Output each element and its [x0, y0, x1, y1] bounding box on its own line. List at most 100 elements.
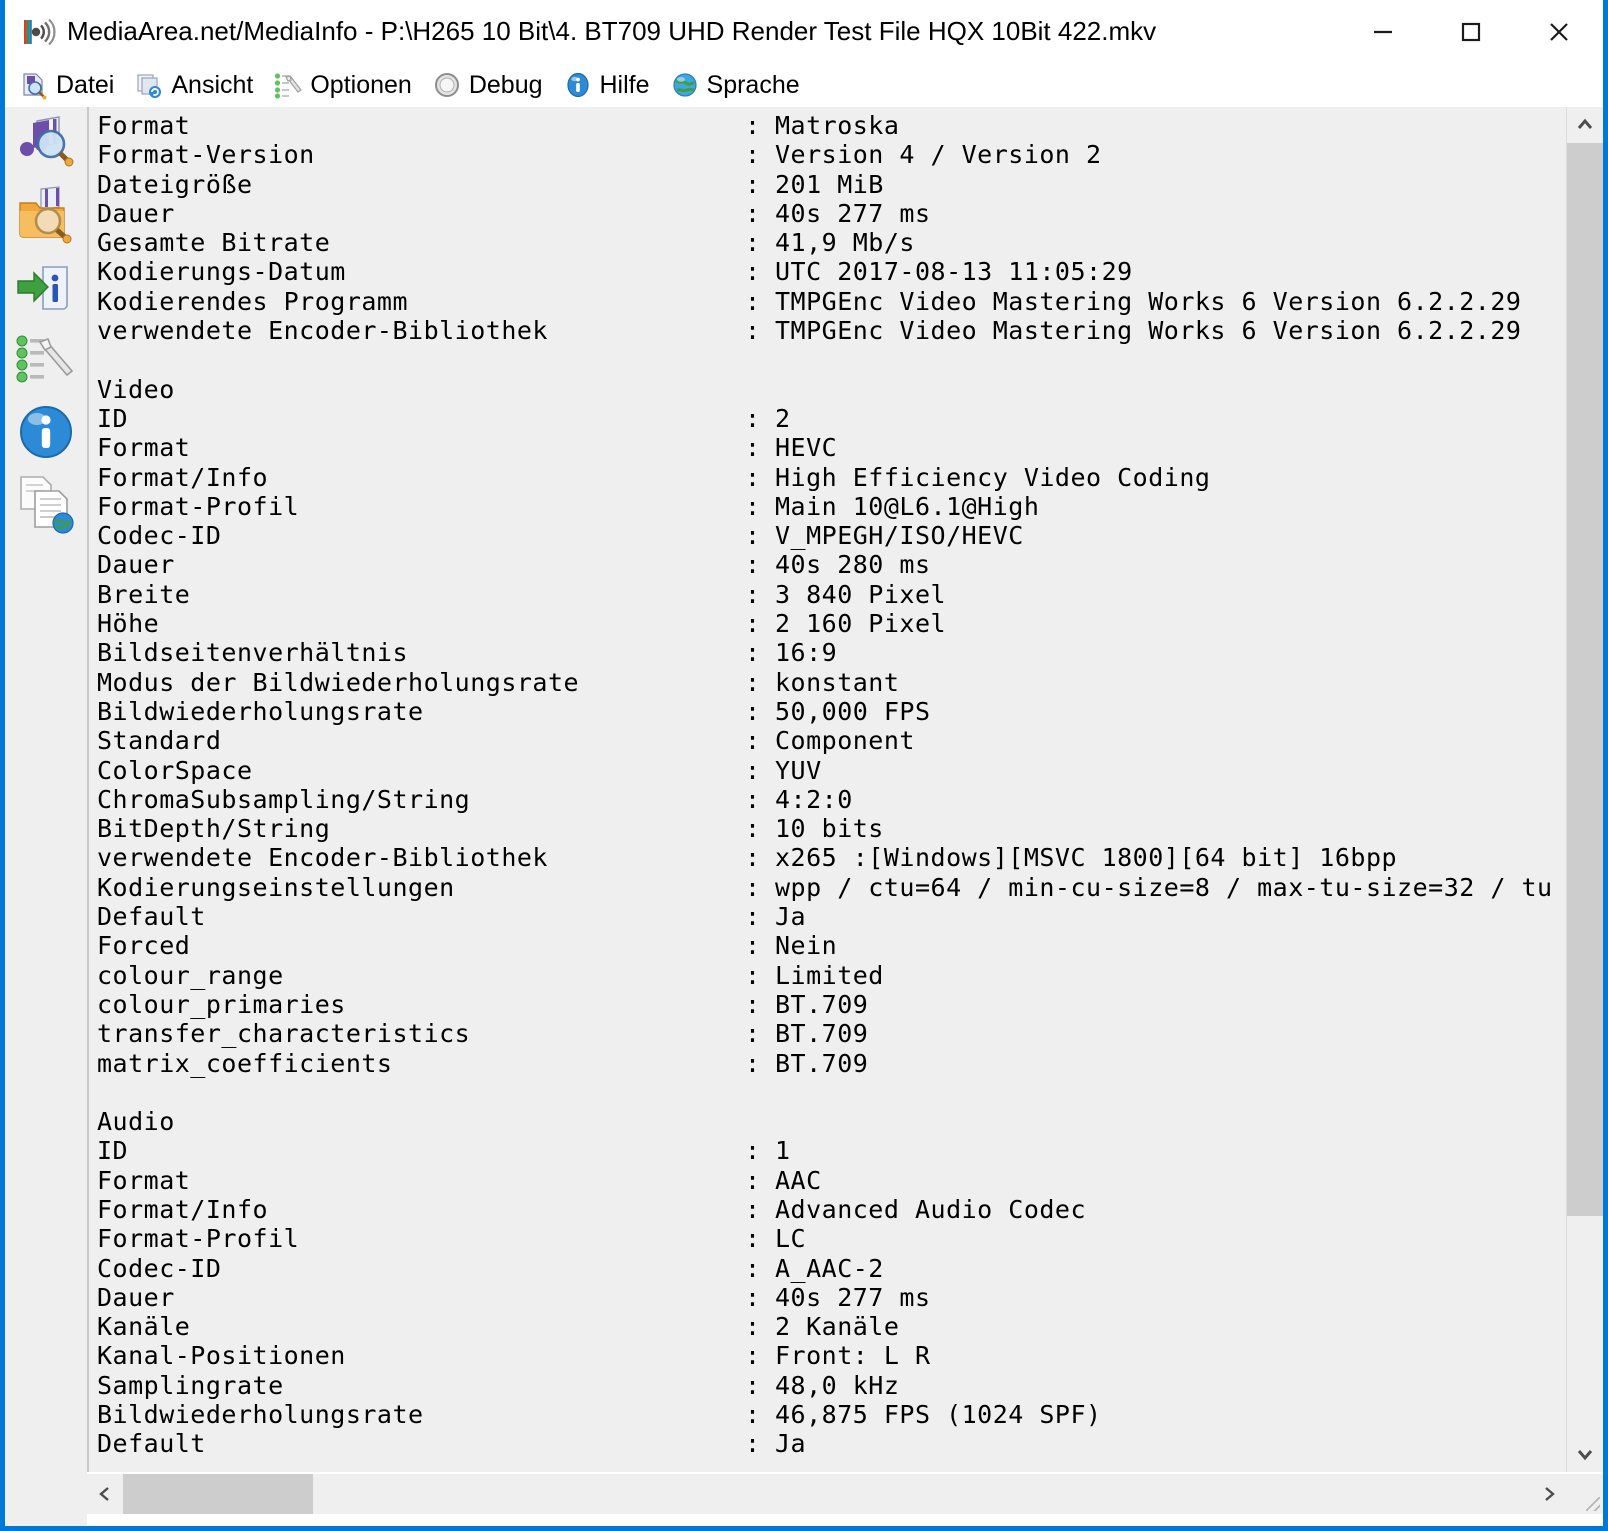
info-label: Format: [97, 433, 191, 463]
info-row: Kodierendes Programm: TMPGEnc Video Maste…: [89, 287, 1566, 316]
scroll-right-button[interactable]: [1531, 1474, 1567, 1514]
info-separator: :: [745, 286, 761, 316]
info-label: Höhe: [97, 609, 160, 639]
info-value: TMPGEnc Video Mastering Works 6 Version …: [775, 316, 1522, 346]
content-wrap: Format: Matroska Format-Version: Version 4 …: [87, 107, 1603, 1526]
info-row: Codec-ID: A_AAC-2: [89, 1254, 1566, 1283]
info-value: 10 bits: [775, 814, 884, 844]
info-separator: :: [745, 1312, 761, 1342]
menu-label: Hilfe: [599, 70, 650, 99]
info-label: matrix_coefficients: [97, 1048, 393, 1078]
info-label: Video: [97, 374, 175, 404]
info-separator: :: [745, 316, 761, 346]
info-row: Format: AAC: [89, 1166, 1566, 1195]
info-value: konstant: [775, 667, 900, 697]
info-separator: [745, 375, 775, 404]
info-separator: :: [745, 198, 761, 228]
vertical-scroll-track[interactable]: [1567, 143, 1603, 1436]
menu-item-ansicht[interactable]: Ansicht: [132, 65, 263, 105]
horizontal-scroll-thumb[interactable]: [123, 1474, 314, 1514]
info-section-header: Audio: [89, 1107, 1566, 1136]
info-separator: :: [745, 140, 761, 170]
info-label: Format: [97, 111, 191, 140]
info-label: ColorSpace: [97, 755, 253, 785]
menu-item-debug[interactable]: Debug: [430, 65, 553, 105]
scroll-up-button[interactable]: [1567, 107, 1603, 143]
info-label: Default: [97, 1429, 206, 1459]
info-blue-icon[interactable]: [15, 401, 77, 463]
info-row: Standard: Component: [89, 726, 1566, 755]
info-label: Format-Version: [97, 140, 315, 170]
info-row: colour_primaries: BT.709: [89, 990, 1566, 1019]
menu-item-datei[interactable]: Datei: [17, 65, 124, 105]
scroll-down-button[interactable]: [1567, 1436, 1603, 1472]
info-label: Audio: [97, 1107, 175, 1137]
title-bar[interactable]: MediaArea.net/MediaInfo - P:\H265 10 Bit…: [5, 0, 1603, 63]
info-row: Samplingrate:48,0 kHz: [89, 1371, 1566, 1400]
info-separator: :: [745, 1048, 761, 1078]
info-label: Format/Info: [97, 462, 269, 492]
close-button[interactable]: [1515, 0, 1603, 63]
audio-inspect-icon[interactable]: [15, 113, 77, 175]
info-separator: :: [745, 638, 761, 668]
info-separator: :: [745, 1370, 761, 1400]
menu-label: Ansicht: [171, 70, 254, 99]
info-separator: :: [745, 169, 761, 199]
info-value: Version 4 / Version 2: [775, 140, 1102, 170]
info-separator: [745, 1078, 775, 1107]
maximize-button[interactable]: [1427, 0, 1515, 63]
scroll-left-button[interactable]: [87, 1474, 123, 1514]
sheet-globe-icon[interactable]: [15, 473, 77, 535]
info-separator: :: [745, 521, 761, 551]
info-label: Kodierungseinstellungen: [97, 872, 455, 902]
info-value: 4:2:0: [775, 784, 853, 814]
info-value: TMPGEnc Video Mastering Works 6 Version …: [775, 286, 1522, 316]
menu-item-sprache[interactable]: Sprache: [668, 65, 810, 105]
info-label: Gesamte Bitrate: [97, 228, 331, 258]
info-value: Ja: [775, 1429, 807, 1459]
info-row: Gesamte Bitrate:41,9 Mb/s: [89, 228, 1566, 257]
info-value: 1: [775, 1136, 791, 1166]
menu-item-hilfe[interactable]: Hilfe: [561, 65, 660, 105]
folder-inspect-icon[interactable]: [15, 185, 77, 247]
info-label: Kanäle: [97, 1312, 191, 1342]
info-separator: [745, 1107, 775, 1136]
resize-grip[interactable]: [1567, 1474, 1603, 1514]
info-label: transfer_characteristics: [97, 1019, 471, 1049]
info-label: Kanal-Positionen: [97, 1341, 346, 1371]
info-row: Format-Profil: Main 10@L6.1@High: [89, 492, 1566, 521]
info-separator: :: [745, 814, 761, 844]
menu-label: Sprache: [706, 70, 800, 99]
info-separator: :: [745, 667, 761, 697]
info-label: Default: [97, 902, 206, 932]
compass-icon: [432, 70, 462, 100]
options-wrench-icon: [273, 70, 303, 100]
info-separator: :: [745, 902, 761, 932]
info-row: Forced: Nein: [89, 931, 1566, 960]
minimize-button[interactable]: [1339, 0, 1427, 63]
info-separator: :: [745, 872, 761, 902]
menu-bar: Datei Ansicht Optionen Debug Hilfe Sprac…: [5, 63, 1603, 107]
info-separator: :: [745, 843, 761, 873]
body-area: Format: Matroska Format-Version: Version 4 …: [5, 107, 1603, 1526]
horizontal-scrollbar[interactable]: [87, 1472, 1603, 1514]
info-separator: :: [745, 228, 761, 258]
info-label: Dauer: [97, 550, 175, 580]
info-separator: :: [745, 960, 761, 990]
tree-wrench-icon[interactable]: [15, 329, 77, 391]
menu-item-optionen[interactable]: Optionen: [271, 65, 421, 105]
vertical-scroll-thumb[interactable]: [1567, 143, 1603, 1217]
info-value: 41,9 Mb/s: [775, 228, 915, 258]
vertical-scrollbar[interactable]: [1566, 107, 1603, 1472]
info-label: verwendete Encoder-Bibliothek: [97, 316, 548, 346]
info-row: verwendete Encoder-Bibliothek: x265 :[Win…: [89, 843, 1566, 872]
info-row: Format-Profil: LC: [89, 1224, 1566, 1253]
info-row: ChromaSubsampling/String:4:2:0: [89, 785, 1566, 814]
media-info-text-pane[interactable]: Format: Matroska Format-Version: Version 4 …: [87, 107, 1566, 1472]
info-circle-icon: [563, 70, 593, 100]
export-info-icon[interactable]: [15, 257, 77, 319]
info-value: Matroska: [775, 111, 900, 140]
info-separator: :: [745, 784, 761, 814]
horizontal-scroll-track[interactable]: [123, 1474, 1531, 1514]
info-label: [97, 345, 745, 374]
